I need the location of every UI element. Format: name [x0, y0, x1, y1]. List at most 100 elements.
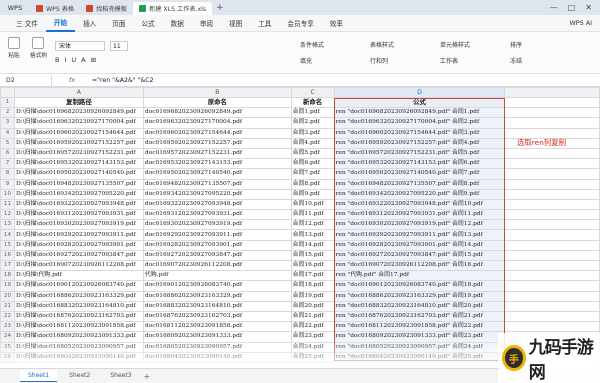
cell[interactable]: D:\扫描\doc01695020230927140540.pdf	[13, 168, 144, 180]
cell[interactable]: ren "doc01687620230923162703.pdf" 合同21.p…	[333, 310, 506, 323]
empty-cell[interactable]	[504, 198, 600, 211]
close-button[interactable]: ✕	[585, 3, 592, 12]
format-button[interactable]: ⊞	[91, 56, 96, 64]
sheet-tab[interactable]: Sheet3	[102, 370, 139, 382]
ribbon-button[interactable]: 单元格样式	[440, 40, 470, 49]
font-size-select[interactable]: 11	[110, 41, 128, 51]
cell[interactable]: ren "doc01681120230923091858.pdf" 合同22.p…	[333, 321, 506, 333]
cell[interactable]: ren "doc01690120230926083740.pdf" 合同18.p…	[333, 280, 506, 292]
menu-tab[interactable]: 插入	[75, 15, 104, 32]
window-tab[interactable]: 找稻壳模板	[80, 2, 133, 15]
format-button[interactable]: B	[55, 56, 59, 64]
menu-tab[interactable]: 视图	[221, 15, 250, 32]
cell[interactable]: D:\扫描\doc01695720230927152231.pdf	[13, 147, 144, 160]
cell[interactable]: ren "doc01696320230927170004.pdf" 合同2.pd…	[333, 117, 506, 129]
cell[interactable]: doc01680520230923090957.pdf	[142, 341, 292, 353]
cell[interactable]: doc01690120230926083740.pdf	[142, 280, 292, 292]
empty-cell[interactable]	[504, 158, 600, 170]
cell[interactable]: 合同10.pdf	[290, 198, 335, 211]
row-header[interactable]: 1	[0, 96, 15, 109]
cell[interactable]: ren "doc01693420230927095220.pdf" 合同9.pd…	[333, 188, 506, 200]
cell[interactable]: doc01695020230927140540.pdf	[142, 168, 292, 180]
cell[interactable]: D:\扫描\doc01696020230927154644.pdf	[13, 127, 144, 139]
cell[interactable]: doc01696320230927170004.pdf	[142, 117, 292, 129]
cell[interactable]: ren "doc01680420230923090140.pdf" 合同25.p…	[333, 351, 506, 363]
cell[interactable]: ren "doc01693020230927093919.pdf" 合同12.p…	[333, 219, 506, 231]
cell[interactable]: 合同13.pdf	[290, 229, 335, 241]
empty-cell[interactable]	[504, 147, 600, 160]
font-name-select[interactable]: 宋体	[55, 41, 105, 51]
row-header[interactable]: 18	[0, 270, 15, 282]
cell[interactable]: D:\扫描\doc01694820230927135507.pdf	[13, 178, 144, 190]
sheet-tab[interactable]: Sheet1	[20, 370, 58, 382]
fx-icon[interactable]: fx	[52, 76, 92, 84]
cell[interactable]: 合同11.pdf	[290, 209, 335, 221]
header-cell[interactable]: 公式	[333, 96, 506, 109]
cell[interactable]: ren "doc01695920230927152257.pdf" 合同4.pd…	[333, 137, 506, 149]
row-header[interactable]: 20	[0, 290, 15, 302]
empty-cell[interactable]	[504, 270, 600, 282]
cell[interactable]: D:\扫描\doc01696820230926092849.pdf	[13, 107, 144, 119]
cell[interactable]: doc01680420230923090140.pdf	[142, 351, 292, 363]
cell[interactable]: ren "doc01680920230923091333.pdf" 合同23.p…	[333, 331, 506, 343]
format-button[interactable]: U	[71, 56, 76, 64]
cell[interactable]: doc01696820230926092849.pdf	[142, 107, 292, 119]
cell[interactable]: doc01693420230927095220.pdf	[142, 188, 292, 200]
cell[interactable]: ren "doc01694820230927135507.pdf" 合同8.pd…	[333, 178, 506, 190]
wps-logo[interactable]: WPS	[0, 0, 30, 15]
header-cell[interactable]: 原命名	[142, 96, 292, 109]
cell[interactable]: D:\扫描\doc01688620230923163329.pdf	[13, 290, 144, 302]
row-header[interactable]: 12	[0, 209, 15, 221]
cell[interactable]: ren "doc01692720230927093847.pdf" 合同15.p…	[333, 249, 506, 262]
cell[interactable]: 合同18.pdf	[290, 280, 335, 292]
row-header[interactable]: 22	[0, 310, 15, 323]
empty-cell[interactable]	[504, 310, 600, 323]
empty-cell[interactable]	[504, 188, 600, 200]
row-header[interactable]: 21	[0, 300, 15, 312]
row-header[interactable]: 5	[0, 137, 15, 149]
cell[interactable]: doc01696020230927154644.pdf	[142, 127, 292, 139]
maximize-button[interactable]: □	[568, 3, 576, 12]
cell[interactable]: doc01694820230927135507.pdf	[142, 178, 292, 190]
row-header[interactable]: 2	[0, 107, 15, 119]
add-sheet-button[interactable]: +	[144, 372, 151, 381]
header-cell[interactable]: 新命名	[290, 96, 335, 109]
cell[interactable]: 合同24.pdf	[290, 341, 335, 353]
menu-tab[interactable]: 会员专享	[279, 15, 321, 32]
column-header[interactable]: C	[290, 87, 335, 98]
cell[interactable]: D:\扫描\doc01693420230927095220.pdf	[13, 188, 144, 200]
empty-cell[interactable]	[504, 321, 600, 333]
row-header[interactable]: 15	[0, 239, 15, 251]
cell[interactable]: 合同8.pdf	[290, 178, 335, 190]
cell[interactable]: D:\扫描\doc01692920230927093911.pdf	[13, 229, 144, 241]
cell[interactable]: doc01695920230927152257.pdf	[142, 137, 292, 149]
cell[interactable]: D:\扫描\doc01692720230927093847.pdf	[13, 249, 144, 262]
empty-cell[interactable]	[504, 239, 600, 251]
empty-cell[interactable]	[504, 219, 600, 231]
cell[interactable]: 合同6.pdf	[290, 158, 335, 170]
cell[interactable]: 合同15.pdf	[290, 249, 335, 262]
cell[interactable]: ren "doc01690720230926112208.pdf" 合同16.p…	[333, 259, 506, 272]
cell[interactable]: 合同14.pdf	[290, 239, 335, 251]
cell[interactable]: ren "doc01695020230927140540.pdf" 合同7.pd…	[333, 168, 506, 180]
cell[interactable]: D:\扫描\doc01681120230923091858.pdf	[13, 321, 144, 333]
ribbon-button[interactable]: 条件格式	[300, 40, 324, 49]
menu-tab[interactable]: 数据	[163, 15, 192, 32]
empty-cell[interactable]	[504, 259, 600, 272]
row-header[interactable]: 13	[0, 219, 15, 231]
window-tab[interactable]: WPS 表格	[30, 2, 80, 15]
cell[interactable]: doc01692920230927093911.pdf	[142, 229, 292, 241]
cell[interactable]: doc01692820230927093901.pdf	[142, 239, 292, 251]
row-header[interactable]: 10	[0, 188, 15, 200]
cell[interactable]: ren "doc01693220230927093948.pdf" 合同10.p…	[333, 198, 506, 211]
cell[interactable]: D:\扫描\doc01693120230927093931.pdf	[13, 209, 144, 221]
row-header[interactable]: 26	[0, 351, 15, 363]
cell[interactable]: ren "doc01692820230927093901.pdf" 合同14.p…	[333, 239, 506, 251]
minimize-button[interactable]: —	[550, 3, 558, 12]
cell[interactable]: ren "doc01692920230927093911.pdf" 合同13.p…	[333, 229, 506, 241]
cell[interactable]: ren "doc01696020230927154644.pdf" 合同3.pd…	[333, 127, 506, 139]
cell[interactable]: doc01680920230923091333.pdf	[142, 331, 292, 343]
menu-tab[interactable]: 页面	[104, 15, 133, 32]
empty-cell[interactable]	[504, 249, 600, 262]
cell[interactable]: 合同3.pdf	[290, 127, 335, 139]
